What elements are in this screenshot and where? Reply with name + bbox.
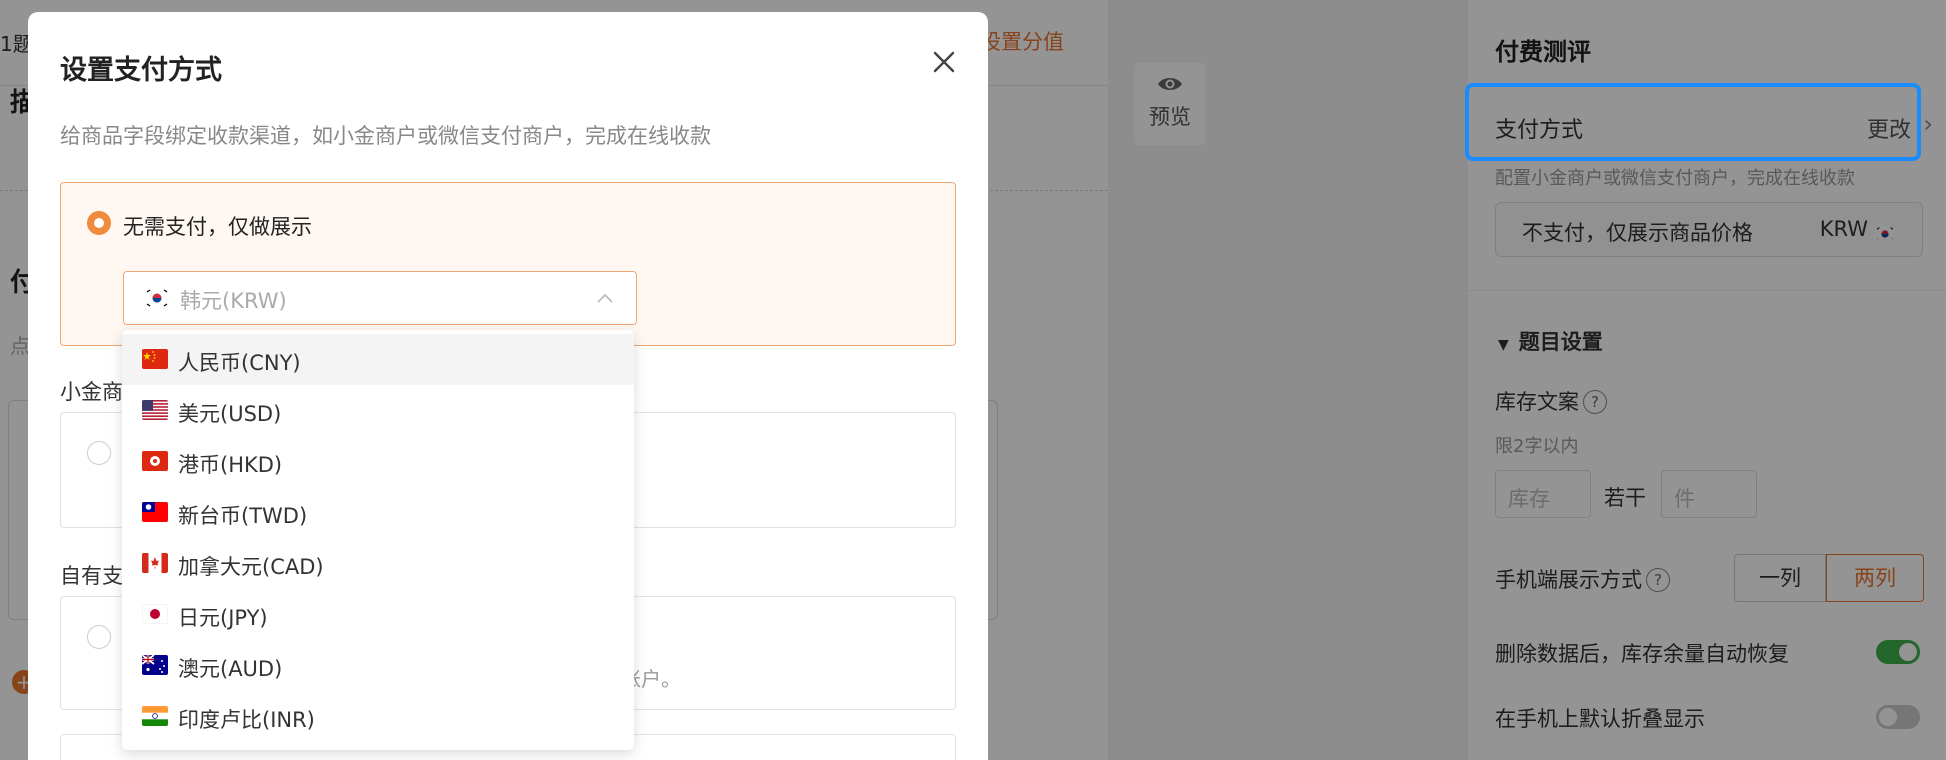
currency-option-label: 新台币(TWD) [178, 504, 308, 528]
chevron-up-icon [597, 293, 613, 303]
currency-option-label: 日元(JPY) [178, 606, 268, 630]
in-flag-icon [142, 706, 168, 726]
currency-option-label: 加拿大元(CAD) [178, 555, 324, 579]
currency-select-value: 韩元(KRW) [180, 289, 287, 313]
dialog-description: 给商品字段绑定收款渠道，如小金商户或微信支付商户，完成在线收款 [60, 124, 711, 148]
currency-dropdown: 人民币(CNY) 美元(USD) 港币(HKD) 新台币(TWD) 加拿大元(CAD) 日… [122, 330, 634, 750]
dialog-title: 设置支付方式 [60, 55, 222, 86]
radio-unchecked[interactable] [87, 625, 111, 649]
currency-option-label: 人民币(CNY) [178, 351, 301, 375]
currency-option-label: 澳元(AUD) [178, 657, 283, 681]
currency-option-label: 印度卢比(INR) [178, 708, 315, 732]
xiaojin-group-label: 小金商 [60, 380, 123, 404]
currency-option-in[interactable]: 印度卢比(INR) [122, 691, 634, 742]
close-icon[interactable] [930, 48, 958, 76]
currency-option-ca[interactable]: 加拿大元(CAD) [122, 538, 634, 589]
no-payment-label: 无需支付，仅做展示 [123, 215, 312, 239]
no-payment-option[interactable]: 无需支付，仅做展示 韩元(KRW) [60, 182, 956, 346]
radio-unchecked[interactable] [87, 441, 111, 465]
currency-option-au[interactable]: 澳元(AUD) [122, 640, 634, 691]
currency-select[interactable]: 韩元(KRW) [123, 271, 637, 325]
jp-flag-icon [142, 604, 168, 624]
currency-option-tw[interactable]: 新台币(TWD) [122, 487, 634, 538]
currency-option-us[interactable]: 美元(USD) [122, 385, 634, 436]
tw-flag-icon [142, 502, 168, 522]
ca-flag-icon [142, 553, 168, 573]
cn-flag-icon [142, 349, 168, 369]
own-payment-group-label: 自有支 [60, 564, 123, 588]
hk-flag-icon [142, 451, 168, 471]
radio-checked[interactable] [87, 211, 111, 235]
currency-option-label: 美元(USD) [178, 402, 282, 426]
us-flag-icon [142, 400, 168, 420]
currency-option-label: 港币(HKD) [178, 453, 283, 477]
currency-option-hk[interactable]: 港币(HKD) [122, 436, 634, 487]
kr-flag-icon [144, 288, 170, 308]
payment-method-highlight [1465, 83, 1921, 161]
currency-option-cn[interactable]: 人民币(CNY) [122, 334, 634, 385]
au-flag-icon [142, 655, 168, 675]
currency-option-jp[interactable]: 日元(JPY) [122, 589, 634, 640]
